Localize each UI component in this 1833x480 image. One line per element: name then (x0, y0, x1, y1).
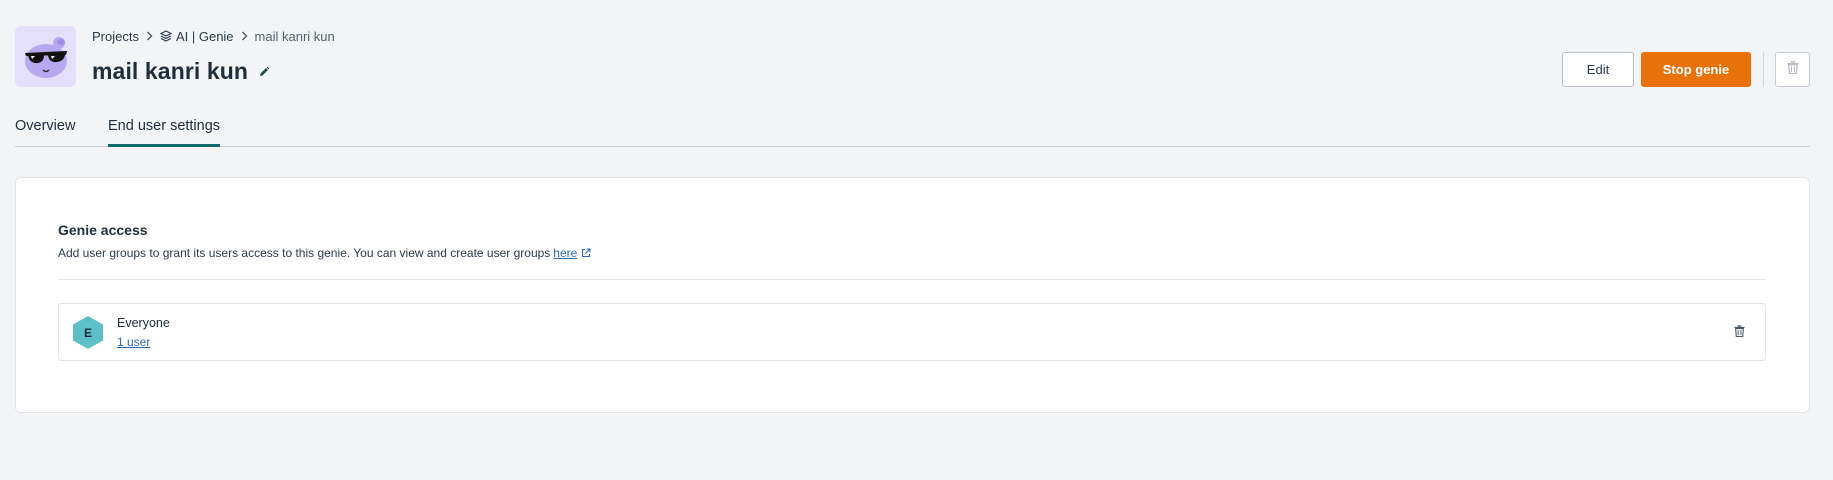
section-title: Genie access (58, 222, 148, 238)
genie-access-card: Genie access Add user groups to grant it… (15, 177, 1810, 413)
external-link-icon (581, 248, 591, 258)
page-header: Projects AI | Genie mail kanri kun mail … (0, 0, 1833, 150)
breadcrumb-projects[interactable]: Projects (92, 29, 139, 44)
breadcrumb: Projects AI | Genie mail kanri kun (92, 28, 335, 44)
group-name: Everyone (117, 316, 170, 330)
header-divider (1763, 52, 1764, 87)
group-user-count-link[interactable]: 1 user (117, 335, 150, 349)
trash-icon (1733, 324, 1745, 342)
trash-icon (1787, 60, 1799, 79)
pencil-icon[interactable] (258, 66, 270, 78)
delete-genie-button[interactable] (1775, 52, 1810, 87)
chevron-right-icon (146, 31, 153, 41)
breadcrumb-current: mail kanri kun (254, 28, 335, 44)
chevron-right-icon (241, 31, 248, 41)
user-groups-link[interactable]: here (553, 246, 577, 260)
page-title: mail kanri kun (92, 58, 249, 84)
genie-avatar-icon (24, 36, 67, 78)
stop-genie-button[interactable]: Stop genie (1641, 52, 1751, 87)
layers-icon (159, 30, 172, 42)
section-divider (58, 279, 1766, 280)
remove-group-button[interactable] (1729, 323, 1749, 343)
list-item: E Everyone 1 user (58, 303, 1766, 361)
title-row: mail kanri kun (92, 58, 270, 85)
edit-button[interactable]: Edit (1562, 52, 1634, 87)
genie-avatar (15, 26, 76, 87)
section-description: Add user groups to grant its users acces… (58, 246, 591, 260)
group-initial: E (83, 325, 92, 340)
tab-overview[interactable]: Overview (15, 118, 75, 147)
tab-end-user-settings[interactable]: End user settings (108, 118, 221, 147)
breadcrumb-genie[interactable]: AI | Genie (176, 29, 234, 44)
description-text: Add user groups to grant its users acces… (58, 246, 551, 260)
tab-bar: Overview End user settings (15, 118, 1810, 147)
